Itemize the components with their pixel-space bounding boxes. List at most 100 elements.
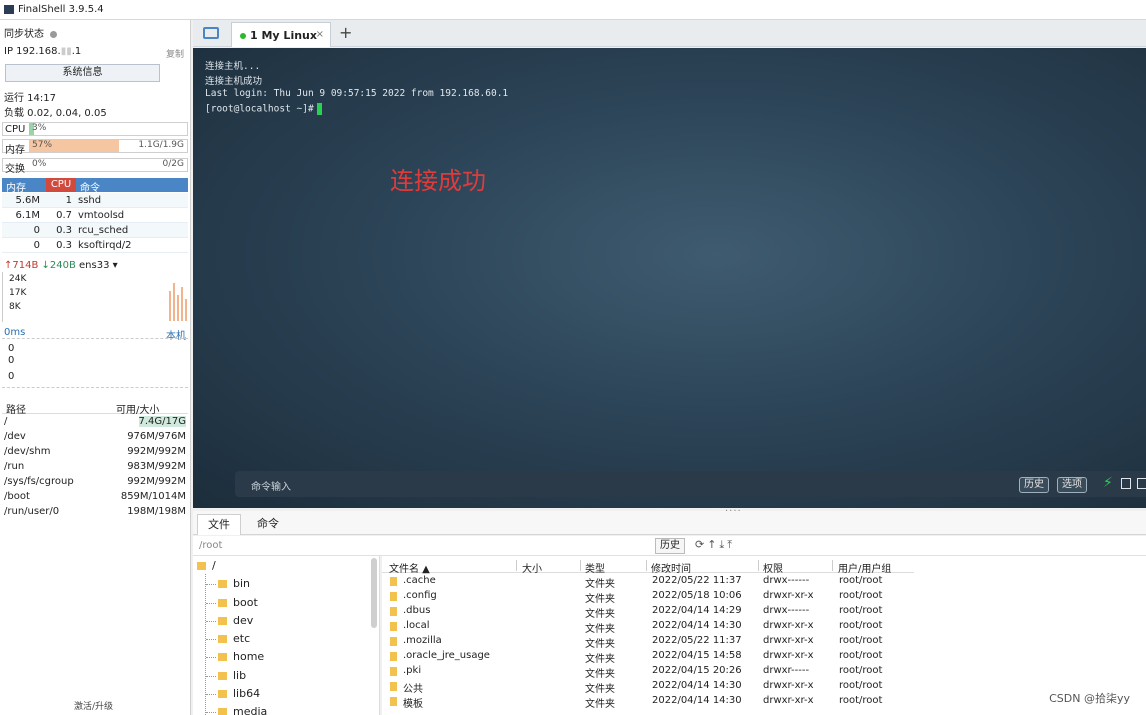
tree-item-lib[interactable]: lib: [206, 669, 246, 682]
process-row[interactable]: 0 0.3 ksoftirqd/2: [2, 238, 188, 253]
network-stats: ↑714B ↓240B ens33 ▾: [4, 260, 118, 271]
col-perm[interactable]: 权限: [763, 560, 783, 575]
net-interface-select[interactable]: ens33 ▾: [79, 260, 118, 271]
copy-icon[interactable]: [1121, 478, 1131, 489]
proc-mem: 6.1M: [15, 210, 40, 221]
terminal[interactable]: 连接主机... 连接主机成功 Last login: Thu Jun 9 09:…: [193, 48, 1146, 508]
tree-item-etc[interactable]: etc: [206, 632, 250, 645]
options-button[interactable]: 选项: [1057, 477, 1087, 493]
load-average: 负载 0.02, 0.04, 0.05: [4, 108, 107, 119]
file-mtime: 2022/04/14 14:30: [652, 695, 742, 706]
path-input[interactable]: /root: [199, 540, 222, 551]
path-bar: /root 历史 ⟳↑⤓⤒: [193, 536, 1146, 556]
file-owner: root/root: [839, 665, 883, 676]
file-row[interactable]: .dbus 文件夹 2022/04/14 14:29 drwx------ root/r…: [382, 604, 914, 620]
sysinfo-button[interactable]: 系统信息: [5, 64, 160, 82]
close-icon[interactable]: ×: [316, 29, 324, 40]
tree-scrollbar[interactable]: [371, 558, 377, 628]
disk-row[interactable]: /boot 859M/1014M: [2, 489, 188, 504]
disk-row[interactable]: /dev/shm 992M/992M: [2, 444, 188, 459]
file-toolbar-icons[interactable]: ⟳↑⤓⤒: [695, 538, 735, 552]
copy-link[interactable]: 复制: [166, 47, 184, 60]
tree-label: bin: [233, 577, 251, 590]
add-tab-button[interactable]: +: [339, 23, 352, 42]
file-name: .pki: [403, 665, 422, 676]
disk-avail: 198M/198M: [127, 506, 186, 517]
file-mtime: 2022/04/14 14:30: [652, 620, 742, 631]
file-name: .oracle_jre_usage: [403, 650, 490, 661]
file-row[interactable]: .oracle_jre_usage 文件夹 2022/04/15 14:58 drwx…: [382, 649, 914, 665]
disk-row[interactable]: /run 983M/992M: [2, 459, 188, 474]
proc-col-mem[interactable]: 内存: [6, 179, 26, 194]
file-row[interactable]: .pki 文件夹 2022/04/15 20:26 drwxr----- root/ro…: [382, 664, 914, 680]
file-type: 文件夹: [585, 609, 615, 620]
proc-cmd: rcu_sched: [78, 225, 129, 236]
folder-icon: [218, 690, 227, 698]
disk-row[interactable]: /sys/fs/cgroup 992M/992M: [2, 474, 188, 489]
folder-icon: [218, 599, 227, 607]
col-owner[interactable]: 用户/用户组: [838, 560, 891, 575]
ip-mask: ▮▮: [60, 46, 72, 57]
activate-link[interactable]: 激活/升级: [74, 699, 113, 712]
file-row[interactable]: .local 文件夹 2022/04/14 14:30 drwxr-xr-x root/…: [382, 619, 914, 635]
col-type[interactable]: 类型: [585, 560, 605, 575]
file-list-header: 文件名 ▲ 大小 类型 修改时间 权限 用户/用户组: [382, 558, 914, 575]
folder-icon: [218, 580, 227, 588]
success-annotation: 连接成功: [390, 167, 486, 195]
disk-row[interactable]: /run/user/0 198M/198M: [2, 504, 188, 519]
path-history-button[interactable]: 历史: [655, 538, 685, 554]
command-input[interactable]: 命令输入: [251, 478, 291, 493]
tree-label: boot: [233, 596, 258, 609]
col-size[interactable]: 大小: [522, 560, 542, 575]
col-mtime[interactable]: 修改时间: [651, 560, 691, 575]
disk-avail: 859M/1014M: [120, 491, 186, 502]
terminal-prompt: [root@localhost ~]#: [205, 103, 314, 115]
process-row[interactable]: 0 0.3 rcu_sched: [2, 223, 188, 238]
ping-chart: 0 0 0: [2, 338, 188, 388]
process-header[interactable]: 内存 CPU 命令: [2, 178, 188, 194]
file-row[interactable]: .cache 文件夹 2022/05/22 11:37 drwx------ root/…: [382, 574, 914, 590]
file-row[interactable]: .config 文件夹 2022/05/18 10:06 drwxr-xr-x root…: [382, 589, 914, 605]
tab-commands[interactable]: 命令: [247, 514, 289, 535]
file-name: 模板: [403, 699, 423, 710]
tree-item-boot[interactable]: boot: [206, 596, 258, 609]
tree-root[interactable]: /: [197, 559, 216, 572]
command-input-bar[interactable]: 命令输入 历史 选项 ⚡: [235, 471, 1146, 497]
folder-icon: [390, 607, 397, 616]
tree-item-home[interactable]: home: [206, 650, 264, 663]
mem-size: 1.1G/1.9G: [138, 140, 184, 150]
file-row[interactable]: 公共 文件夹 2022/04/14 14:30 drwxr-xr-x root/root: [382, 679, 914, 695]
file-row[interactable]: 模板 文件夹 2022/04/14 14:30 drwxr-xr-x root/root: [382, 694, 914, 710]
ping-value: 0: [8, 343, 15, 354]
file-row[interactable]: .mozilla 文件夹 2022/05/22 11:37 drwxr-xr-x roo…: [382, 634, 914, 650]
proc-col-cpu[interactable]: CPU: [46, 178, 76, 192]
tree-item-media[interactable]: media: [206, 705, 267, 715]
proc-col-cmd[interactable]: 命令: [80, 179, 100, 194]
net-up: ↑714B: [4, 260, 39, 271]
paste-icon[interactable]: [1137, 478, 1146, 489]
file-owner: root/root: [839, 695, 883, 706]
tab-my-linux[interactable]: 1 My Linux ×: [231, 22, 331, 47]
folder-open-icon[interactable]: [203, 27, 219, 39]
disk-row[interactable]: / 7.4G/17G: [2, 414, 188, 429]
file-name: 公共: [403, 684, 423, 695]
proc-cpu: 0.7: [56, 210, 72, 221]
proc-cmd: sshd: [78, 195, 102, 206]
disk-row[interactable]: /dev 976M/976M: [2, 429, 188, 444]
file-mtime: 2022/04/14 14:29: [652, 605, 742, 616]
lightning-icon[interactable]: ⚡: [1103, 475, 1113, 491]
disk-path: /run: [4, 461, 25, 472]
swap-meter: 交换 0% 0/2G: [2, 158, 188, 175]
resize-grip-icon[interactable]: ····: [725, 506, 742, 517]
monitor-panel: 同步状态 IP 192.168.▮▮.1 复制 系统信息 运行 14:17 负载…: [0, 20, 191, 715]
file-owner: root/root: [839, 635, 883, 646]
col-filename[interactable]: 文件名 ▲: [389, 560, 430, 575]
tree-item-lib64[interactable]: lib64: [206, 687, 260, 700]
history-button[interactable]: 历史: [1019, 477, 1049, 493]
process-row[interactable]: 5.6M 1 sshd: [2, 193, 188, 208]
tree-item-dev[interactable]: dev: [206, 614, 253, 627]
folder-icon: [390, 652, 397, 661]
process-row[interactable]: 6.1M 0.7 vmtoolsd: [2, 208, 188, 223]
tab-files[interactable]: 文件: [197, 514, 241, 535]
tree-item-bin[interactable]: bin: [206, 577, 250, 590]
